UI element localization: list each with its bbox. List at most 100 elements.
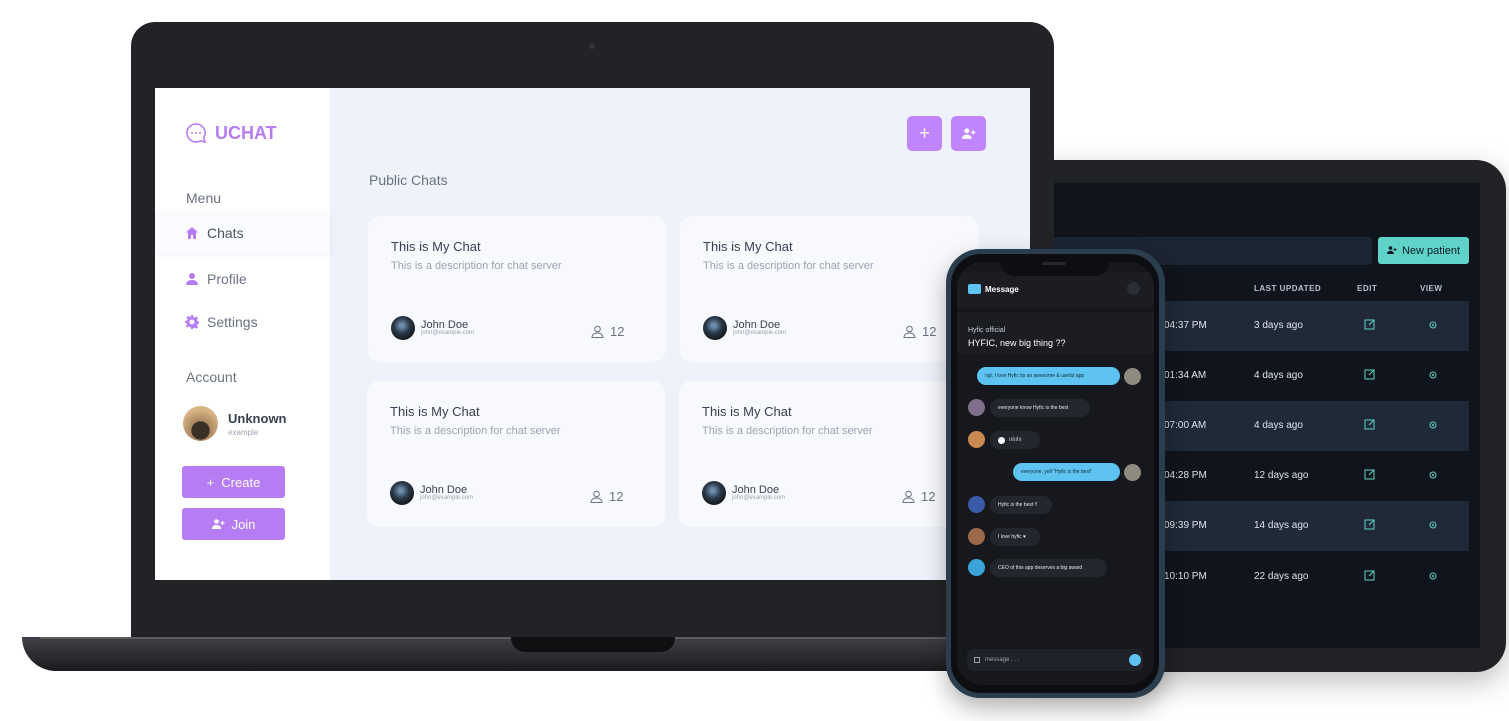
eye-icon[interactable] [1427, 469, 1439, 481]
plus-icon: + [206, 474, 215, 490]
sidebar-item-label: Profile [207, 271, 247, 287]
sidebar-item-profile[interactable]: Profile [155, 259, 330, 299]
chat-card[interactable]: This is My Chat This is a description fo… [367, 381, 665, 527]
user-outline-icon [903, 325, 916, 338]
join-chat-button[interactable] [951, 116, 986, 151]
laptop-notch [511, 637, 675, 652]
owner-email: john@example.com [420, 495, 474, 501]
new-patient-label: New patient [1401, 244, 1461, 257]
channel-header[interactable]: Hyfic official HYFIC, new big thing ?? [957, 312, 1154, 354]
main-content: + Public Chats This is My Chat This is a… [330, 88, 1030, 580]
sidebar-item-chats[interactable]: Chats [155, 213, 330, 253]
channel-headline: HYFIC, new big thing ?? [968, 338, 1066, 348]
join-button[interactable]: Join [182, 508, 285, 540]
avatar [703, 316, 727, 340]
user-outline-icon [591, 325, 604, 338]
edit-icon[interactable] [1364, 569, 1376, 581]
member-count-value: 12 [922, 324, 937, 339]
chat-description: This is a description for chat server [390, 425, 561, 437]
chat-card[interactable]: This is My Chat This is a description fo… [368, 216, 666, 362]
chat-description: This is a description for chat server [702, 425, 873, 437]
waveform-icon: ıılıılıı [1009, 437, 1022, 443]
menu-icon[interactable] [1127, 282, 1140, 295]
avatar [968, 431, 985, 448]
row-last-updated: 12 days ago [1254, 470, 1309, 481]
message-bubble-incoming[interactable]: Hyfic is the best !! [990, 496, 1052, 514]
add-chat-button[interactable]: + [907, 116, 942, 151]
menu-heading: Menu [186, 190, 222, 206]
chat-title: This is My Chat [702, 404, 792, 419]
user-name: Unknown [228, 410, 287, 426]
avatar [390, 481, 414, 505]
add-user-icon [211, 519, 225, 529]
sidebar-item-label: Chats [207, 225, 244, 241]
message-bubble-outgoing[interactable]: ngl, I love Hyfic its an awesome & usefu… [977, 367, 1120, 385]
message-bubble-outgoing[interactable]: everyone, yell "Hyfic is the best" [1013, 463, 1120, 481]
voice-message-bubble[interactable]: ıılıılıı [990, 431, 1040, 449]
avatar [968, 496, 985, 513]
row-last-updated: 4 days ago [1254, 420, 1303, 431]
chat-title: This is My Chat [391, 239, 481, 254]
sidebar-item-settings[interactable]: Settings [155, 302, 330, 342]
device-mockup-scene: New patient LAST UPDATED EDIT VIEW 04:37… [0, 0, 1509, 721]
column-header-last-updated[interactable]: LAST UPDATED [1254, 284, 1321, 293]
message-placeholder: message . . . [985, 657, 1020, 663]
account-user[interactable]: Unknown example [183, 406, 287, 441]
message-bubble-incoming[interactable]: CEO of this app deserves a big award [990, 559, 1107, 577]
row-time: 04:37 PM [1164, 320, 1207, 331]
phone-speaker [1042, 262, 1066, 265]
edit-icon[interactable] [1364, 368, 1376, 380]
column-header-view: VIEW [1420, 284, 1443, 293]
eye-icon[interactable] [1427, 570, 1439, 582]
join-label: Join [231, 516, 256, 532]
user-outline-icon [902, 490, 915, 503]
channel-name: Hyfic official [968, 327, 1006, 334]
create-button[interactable]: + Create [182, 466, 285, 498]
app-logo[interactable]: UCHAT [185, 122, 277, 144]
chat-card[interactable]: This is My Chat This is a description fo… [680, 216, 978, 362]
eye-icon[interactable] [1427, 369, 1439, 381]
message-bubble-incoming[interactable]: I love hyfic ♥ [990, 528, 1040, 546]
chat-owner: John Doe john@example.com [390, 481, 473, 505]
avatar [1124, 368, 1141, 385]
message-bubble-incoming[interactable]: everyone know Hyfic is the best [990, 399, 1090, 417]
owner-email: john@example.com [733, 330, 787, 336]
laptop-camera [589, 43, 595, 49]
edit-icon[interactable] [1364, 318, 1376, 330]
row-last-updated: 22 days ago [1254, 571, 1309, 582]
row-time: 04:28 PM [1164, 470, 1207, 481]
eye-icon[interactable] [1427, 419, 1439, 431]
row-last-updated: 4 days ago [1254, 370, 1303, 381]
chat-title: This is My Chat [703, 239, 793, 254]
member-count: 12 [903, 324, 936, 339]
member-count-value: 12 [609, 489, 624, 504]
plus-icon: + [919, 123, 930, 143]
new-patient-button[interactable]: New patient [1378, 237, 1469, 264]
row-time: 01:34 AM [1164, 370, 1207, 381]
gear-icon [185, 315, 199, 329]
edit-icon[interactable] [1364, 418, 1376, 430]
eye-icon[interactable] [1427, 519, 1439, 531]
chat-card[interactable]: This is My Chat This is a description fo… [679, 381, 977, 527]
message-app-icon [968, 284, 981, 294]
sidebar: UCHAT Menu Chats Profile Settings Accoun… [155, 88, 330, 580]
chat-owner: John Doe john@example.com [703, 316, 786, 340]
edit-icon[interactable] [1364, 468, 1376, 480]
row-time: 09:39 PM [1164, 520, 1207, 531]
row-last-updated: 14 days ago [1254, 520, 1309, 531]
play-icon [998, 436, 1005, 444]
phone-header-title: Message [985, 285, 1019, 294]
chat-description: This is a description for chat server [703, 260, 874, 272]
member-count-value: 12 [610, 324, 625, 339]
owner-name: John Doe [733, 319, 781, 331]
app-name: UCHAT [215, 122, 277, 143]
add-user-icon [1386, 245, 1397, 257]
edit-icon[interactable] [1364, 518, 1376, 530]
section-title: Public Chats [369, 172, 448, 188]
owner-name: John Doe [421, 319, 469, 331]
send-icon[interactable] [1129, 654, 1141, 666]
member-count-value: 12 [921, 489, 936, 504]
message-input[interactable]: message . . . [967, 649, 1143, 671]
eye-icon[interactable] [1427, 319, 1439, 331]
row-time: 10:10 PM [1164, 571, 1207, 582]
